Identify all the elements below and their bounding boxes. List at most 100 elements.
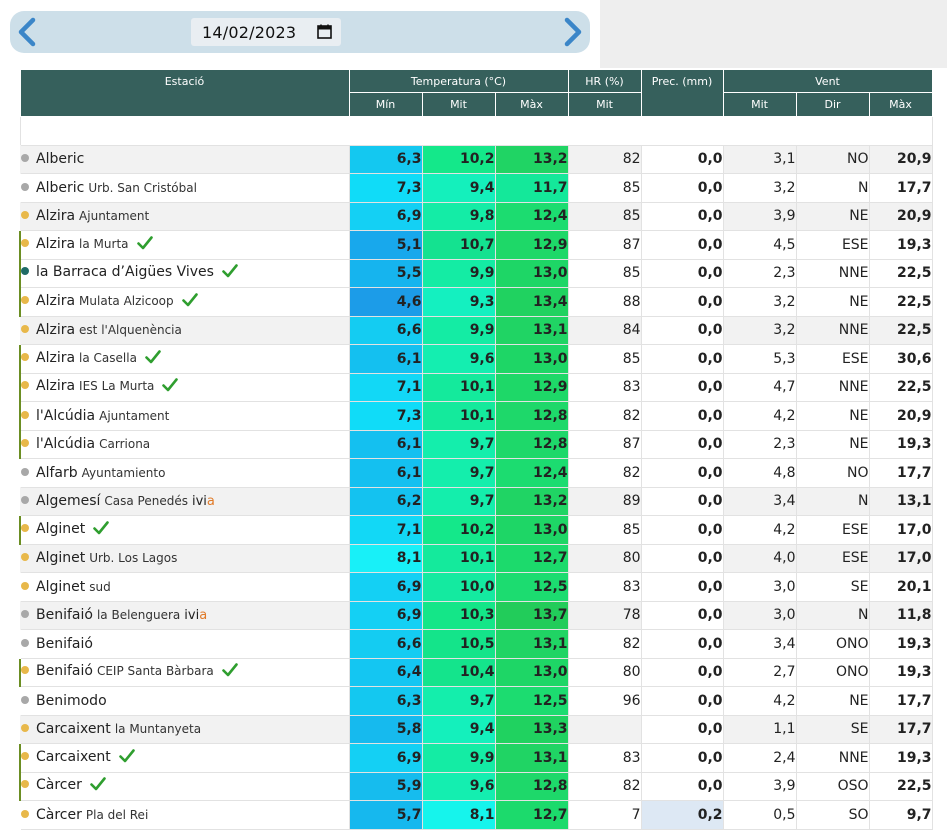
station-cell[interactable]: Alginet sud bbox=[20, 572, 350, 602]
temp-max-cell: 13,0 bbox=[494, 657, 569, 687]
station-row[interactable]: Alzira la Murta 5,1 10,7 12,9 87 0,0 4,5 ESE 19,3 bbox=[19, 230, 933, 260]
temp-mit-cell: 10,1 bbox=[421, 543, 496, 573]
wind-max-cell: 17,7 bbox=[868, 714, 933, 744]
station-row[interactable]: Alzira Ajuntament 6,9 9,8 12,4 85 0,0 3,9 NE 20,9 bbox=[20, 201, 933, 231]
station-name[interactable]: Càrcer bbox=[36, 807, 82, 823]
station-cell[interactable]: Càrcer Pla del Rei bbox=[20, 800, 350, 830]
station-name[interactable]: Alzira bbox=[36, 208, 75, 224]
station-name[interactable]: Alberic bbox=[36, 180, 84, 196]
station-row[interactable]: Càrcer Pla del Rei 5,7 8,1 12,7 7 0,2 0,5 SO 9,7 bbox=[20, 800, 933, 830]
station-name[interactable]: Benifaió bbox=[36, 636, 93, 652]
station-row[interactable]: Alfarb Ayuntamiento 6,1 9,7 12,4 82 0,0 4,8 NO 17… bbox=[20, 458, 933, 488]
header-vent-max[interactable]: Màx bbox=[868, 92, 933, 117]
next-day-button[interactable] bbox=[558, 17, 586, 47]
station-name[interactable]: Alfarb bbox=[36, 465, 78, 481]
station-name[interactable]: l'Alcúdia bbox=[36, 436, 95, 452]
station-cell[interactable]: Alzira IES La Murta bbox=[19, 372, 350, 402]
hr-cell: 82 bbox=[567, 629, 642, 659]
station-name[interactable]: Benifaió bbox=[36, 663, 93, 679]
station-name[interactable]: Alzira bbox=[36, 378, 75, 394]
station-name[interactable]: l'Alcúdia bbox=[36, 408, 95, 424]
wind-mit-cell: 3,0 bbox=[722, 572, 797, 602]
header-temp-mit[interactable]: Mit bbox=[421, 92, 496, 117]
station-cell[interactable]: Benifaió la Belenguera ivia bbox=[20, 600, 350, 630]
station-cell[interactable]: Alberic Urb. San Cristóbal bbox=[20, 173, 350, 203]
station-row[interactable]: Alzira la Casella 6,1 9,6 13,0 85 0,0 5,3 ESE 30,… bbox=[19, 344, 933, 374]
station-cell[interactable]: Benifaió bbox=[20, 629, 350, 659]
station-row[interactable]: Alzira Mulata Alzicoop 4,6 9,3 13,4 88 0,0 3,2 N… bbox=[19, 287, 933, 317]
station-cell[interactable]: l'Alcúdia Carriona bbox=[19, 429, 350, 459]
station-status-dot bbox=[21, 780, 29, 789]
station-cell[interactable]: Algemesí Casa Penedés ivia bbox=[20, 486, 350, 516]
prec-cell: 0,0 bbox=[640, 287, 724, 317]
station-name[interactable]: Alginet bbox=[36, 579, 85, 595]
temp-min-cell: 8,1 bbox=[348, 543, 423, 573]
station-row[interactable]: Alginet Urb. Los Lagos 8,1 10,1 12,7 80 0,0 4,0… bbox=[20, 543, 933, 573]
header-hr-mit[interactable]: Mit bbox=[567, 92, 642, 117]
station-name[interactable]: Alzira bbox=[36, 350, 75, 366]
date-input[interactable]: 14/02/2023 bbox=[191, 18, 341, 46]
station-cell[interactable]: Benifaió CEIP Santa Bàrbara bbox=[19, 657, 350, 687]
prec-cell: 0,0 bbox=[640, 401, 724, 431]
station-row[interactable]: Algemesí Casa Penedés ivia 6,2 9,7 13,2 89 0,0 3… bbox=[20, 486, 933, 516]
station-row[interactable]: Benimodo 6,3 9,7 12,5 96 0,0 4,2 NE 17,7 bbox=[20, 686, 933, 716]
station-row[interactable]: Benifaió CEIP Santa Bàrbara 6,4 10,4 13,0 80 0… bbox=[19, 657, 933, 687]
station-name[interactable]: Alberic bbox=[36, 151, 84, 167]
station-cell[interactable]: Alfarb Ayuntamiento bbox=[20, 458, 350, 488]
temp-min-cell: 7,1 bbox=[348, 515, 423, 545]
station-name[interactable]: Carcaixent bbox=[36, 721, 111, 737]
station-status-dot bbox=[21, 496, 29, 505]
station-row[interactable]: Benifaió la Belenguera ivia 6,9 10,3 13,7 78 0,… bbox=[20, 600, 933, 630]
station-name[interactable]: Carcaixent bbox=[36, 749, 111, 765]
station-cell[interactable]: Benimodo bbox=[20, 686, 350, 716]
station-row[interactable]: l'Alcúdia Ajuntament 7,3 10,1 12,8 82 0,0 4,2 NE… bbox=[19, 401, 933, 431]
station-cell[interactable]: Càrcer bbox=[19, 771, 350, 801]
station-name[interactable]: Benifaió bbox=[36, 607, 93, 623]
station-name[interactable]: Alzira bbox=[36, 293, 75, 309]
station-name[interactable]: Alginet bbox=[36, 521, 85, 537]
prev-day-button[interactable] bbox=[14, 17, 42, 47]
station-row[interactable]: l'Alcúdia Carriona 6,1 9,7 12,8 87 0,0 2,3 NE 19,… bbox=[19, 429, 933, 459]
station-name[interactable]: Alzira bbox=[36, 322, 75, 338]
station-row[interactable]: Alzira IES La Murta 7,1 10,1 12,9 83 0,0 4,7 NNE… bbox=[19, 372, 933, 402]
station-cell[interactable]: l'Alcúdia Ajuntament bbox=[19, 401, 350, 431]
wind-max-cell: 17,0 bbox=[868, 515, 933, 545]
station-cell[interactable]: Alginet bbox=[19, 515, 350, 545]
header-estacio[interactable]: Estació bbox=[19, 69, 350, 117]
station-row[interactable]: Carcaixent 6,9 9,9 13,1 83 0,0 2,4 NNE 19,3 bbox=[19, 743, 933, 773]
header-vent-dir[interactable]: Dir bbox=[795, 92, 870, 117]
wind-max-cell: 17,0 bbox=[868, 543, 933, 573]
header-temp-min[interactable]: Mín bbox=[348, 92, 423, 117]
station-name[interactable]: Càrcer bbox=[36, 777, 82, 793]
header-vent-mit[interactable]: Mit bbox=[722, 92, 797, 117]
calendar-icon[interactable] bbox=[317, 24, 332, 39]
station-cell[interactable]: Alzira Ajuntament bbox=[20, 201, 350, 231]
station-name[interactable]: Algemesí bbox=[36, 493, 100, 509]
station-cell[interactable]: Alzira Mulata Alzicoop bbox=[19, 287, 350, 317]
station-row[interactable]: Benifaió 6,6 10,5 13,1 82 0,0 3,4 ONO 19,3 bbox=[20, 629, 933, 659]
station-row[interactable]: Càrcer 5,9 9,6 12,8 82 0,0 3,9 OSO 22,5 bbox=[19, 771, 933, 801]
station-cell[interactable]: Alzira est l'Alquenència bbox=[20, 315, 350, 345]
station-row[interactable]: Carcaixent la Muntanyeta 5,8 9,4 13,3 0,0 1,1 S… bbox=[20, 714, 933, 744]
station-cell[interactable]: Alginet Urb. Los Lagos bbox=[20, 543, 350, 573]
station-row[interactable]: Alzira est l'Alquenència 6,6 9,9 13,1 84 0,0 3,… bbox=[20, 315, 933, 345]
temp-min-cell: 6,1 bbox=[348, 344, 423, 374]
header-temp-max[interactable]: Màx bbox=[494, 92, 569, 117]
station-cell[interactable]: Alzira la Casella bbox=[19, 344, 350, 374]
station-cell[interactable]: Carcaixent bbox=[19, 743, 350, 773]
station-row[interactable]: la Barraca d’Aigües Vives 5,5 9,9 13,0 85 0,0… bbox=[19, 258, 933, 288]
wind-max-cell: 19,3 bbox=[868, 429, 933, 459]
station-name[interactable]: Alginet bbox=[36, 550, 85, 566]
station-cell[interactable]: Alzira la Murta bbox=[19, 230, 350, 260]
station-row[interactable]: Alberic 6,3 10,2 13,2 82 0,0 3,1 NO 20,9 bbox=[20, 144, 933, 174]
station-name[interactable]: la Barraca d’Aigües Vives bbox=[36, 264, 214, 280]
header-prec[interactable]: Prec. (mm) bbox=[640, 69, 724, 117]
station-cell[interactable]: Alberic bbox=[20, 144, 350, 174]
station-cell[interactable]: la Barraca d’Aigües Vives bbox=[19, 258, 350, 288]
station-row[interactable]: Alberic Urb. San Cristóbal 7,3 9,4 11,7 85 0,0… bbox=[20, 173, 933, 203]
station-name[interactable]: Benimodo bbox=[36, 693, 107, 709]
station-row[interactable]: Alginet 7,1 10,2 13,0 85 0,0 4,2 ESE 17,0 bbox=[19, 515, 933, 545]
station-name[interactable]: Alzira bbox=[36, 236, 75, 252]
station-cell[interactable]: Carcaixent la Muntanyeta bbox=[20, 714, 350, 744]
station-row[interactable]: Alginet sud 6,9 10,0 12,5 83 0,0 3,0 SE 20,1 bbox=[20, 572, 933, 602]
